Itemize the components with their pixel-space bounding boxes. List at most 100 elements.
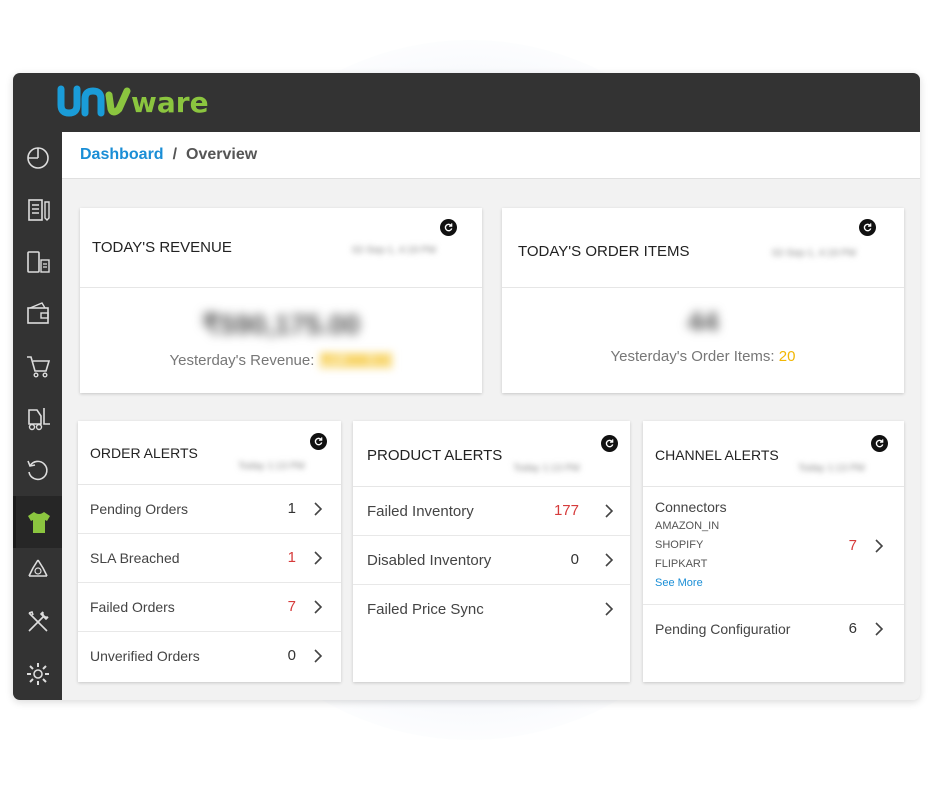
breadcrumb-dashboard-link[interactable]: Dashboard bbox=[80, 146, 164, 164]
app-window: ware Dashboard / Overview TODAY'S REVENU… bbox=[13, 73, 920, 700]
order-items-count: 44 bbox=[687, 306, 719, 337]
chevron-right-icon bbox=[314, 600, 323, 614]
product-alerts-refresh-button[interactable] bbox=[601, 435, 618, 452]
forklift-icon bbox=[27, 408, 50, 431]
order-alert-row-unverified[interactable]: Unverified Orders 0 bbox=[78, 632, 341, 681]
chevron-right-icon bbox=[875, 539, 884, 553]
sidebar-item-dashboard[interactable] bbox=[13, 132, 62, 184]
unware-logo: ware bbox=[57, 85, 209, 119]
breadcrumb-current: Overview bbox=[186, 146, 258, 163]
order-alerts-card: ORDER ALERTS Today 1:13 PM Pending Order… bbox=[78, 421, 341, 682]
settings-icon bbox=[26, 663, 49, 685]
sidebar-item-catalog[interactable] bbox=[13, 236, 62, 288]
product-alert-label: Disabled Inventory bbox=[367, 552, 492, 569]
sidebar-item-products[interactable] bbox=[13, 496, 62, 548]
order-alerts-refresh-button[interactable] bbox=[310, 433, 327, 450]
sidebar-item-warehouse[interactable] bbox=[13, 392, 62, 444]
order-items-refresh-button[interactable] bbox=[859, 219, 876, 236]
channel-alerts-title: CHANNEL ALERTS bbox=[655, 447, 779, 463]
product-alerts-timestamp: Today 1:13 PM bbox=[513, 463, 580, 474]
refresh-icon bbox=[314, 437, 323, 446]
yesterday-revenue-value: ₹7,388.00 bbox=[318, 352, 393, 369]
recycle-icon bbox=[27, 559, 48, 577]
connectors-label: Connectors bbox=[655, 499, 727, 515]
see-more-link[interactable]: See More bbox=[655, 574, 719, 593]
main-content: Dashboard / Overview TODAY'S REVENUE 02-… bbox=[62, 132, 920, 700]
yesterday-revenue-label: Yesterday's Revenue: bbox=[169, 352, 319, 369]
sidebar-item-wallet[interactable] bbox=[13, 288, 62, 340]
chevron-right-icon bbox=[605, 504, 614, 518]
connectors-count: 7 bbox=[848, 537, 857, 554]
order-alerts-header: ORDER ALERTS Today 1:13 PM bbox=[78, 421, 341, 485]
sidebar-item-returns[interactable] bbox=[13, 444, 62, 496]
chevron-right-icon bbox=[875, 622, 884, 636]
tools-icon bbox=[27, 610, 49, 632]
product-alerts-card: PRODUCT ALERTS Today 1:13 PM Failed Inve… bbox=[353, 421, 630, 682]
sidebar-item-cart[interactable] bbox=[13, 340, 62, 392]
product-alert-label: Failed Inventory bbox=[367, 503, 474, 520]
chevron-right-icon bbox=[314, 551, 323, 565]
revenue-title: TODAY'S REVENUE bbox=[92, 239, 232, 256]
channel-alerts-timestamp: Today 1:13 PM bbox=[798, 463, 865, 474]
documents-icon bbox=[27, 199, 50, 221]
wallet-icon bbox=[26, 302, 49, 324]
connector-item: FLIPKART bbox=[655, 558, 708, 570]
cart-icon bbox=[26, 356, 50, 378]
refresh-icon bbox=[863, 223, 872, 232]
connector-item: AMAZON_IN bbox=[655, 520, 720, 532]
product-alert-label: Failed Price Sync bbox=[367, 601, 484, 618]
tshirt-icon bbox=[28, 512, 50, 533]
order-alert-label: Unverified Orders bbox=[90, 648, 200, 664]
refresh-icon bbox=[605, 439, 614, 448]
channel-alerts-refresh-button[interactable] bbox=[871, 435, 888, 452]
product-alert-row-failed-inventory[interactable]: Failed Inventory 177 bbox=[353, 487, 630, 536]
yesterday-order-items: Yesterday's Order Items: 20 bbox=[502, 348, 904, 365]
channel-alert-row-pending-config[interactable]: Pending Configuratior 6 bbox=[643, 605, 904, 655]
revenue-amount: ₹590,175.00 bbox=[202, 309, 360, 340]
breadcrumb: Dashboard / Overview bbox=[62, 132, 920, 179]
yesterday-revenue: Yesterday's Revenue: ₹7,388.00 bbox=[80, 351, 482, 369]
product-alerts-header: PRODUCT ALERTS Today 1:13 PM bbox=[353, 421, 630, 487]
connector-list: AMAZON_IN SHOPIFY FLIPKART See More bbox=[655, 517, 719, 593]
breadcrumb-separator: / bbox=[172, 146, 178, 163]
order-alert-count: 0 bbox=[287, 647, 296, 664]
chevron-right-icon bbox=[314, 649, 323, 663]
revenue-card: TODAY'S REVENUE 02-Sep-1, 4:19 PM ₹590,1… bbox=[80, 208, 482, 393]
order-alert-row-sla[interactable]: SLA Breached 1 bbox=[78, 534, 341, 583]
sidebar-item-tools[interactable] bbox=[13, 596, 62, 648]
returns-icon bbox=[26, 460, 48, 481]
sidebar-item-recycle[interactable] bbox=[13, 544, 62, 596]
order-alert-count: 1 bbox=[287, 549, 296, 566]
pending-config-label: Pending Configuratior bbox=[655, 621, 791, 637]
refresh-icon bbox=[444, 223, 453, 232]
chevron-right-icon bbox=[314, 502, 323, 516]
product-alerts-title: PRODUCT ALERTS bbox=[367, 447, 503, 464]
order-alert-row-failed[interactable]: Failed Orders 7 bbox=[78, 583, 341, 632]
product-alert-count: 0 bbox=[570, 551, 579, 568]
sidebar-item-settings[interactable] bbox=[13, 648, 62, 700]
product-alert-row-price-sync[interactable]: Failed Price Sync bbox=[353, 585, 630, 634]
product-alert-count: 177 bbox=[553, 502, 579, 519]
order-alert-label: SLA Breached bbox=[90, 550, 180, 566]
order-alert-label: Failed Orders bbox=[90, 599, 175, 615]
revenue-card-header: TODAY'S REVENUE 02-Sep-1, 4:19 PM bbox=[80, 208, 482, 288]
product-alert-row-disabled-inventory[interactable]: Disabled Inventory 0 bbox=[353, 536, 630, 585]
order-items-timestamp: 02-Sep-1, 4:19 PM bbox=[772, 248, 856, 259]
revenue-timestamp: 02-Sep-1, 4:19 PM bbox=[352, 245, 436, 256]
order-alerts-title: ORDER ALERTS bbox=[90, 445, 198, 461]
order-alert-row-pending[interactable]: Pending Orders 1 bbox=[78, 485, 341, 534]
yesterday-order-items-value: 20 bbox=[778, 348, 796, 365]
svg-text:ware: ware bbox=[131, 86, 209, 119]
sidebar-item-documents[interactable] bbox=[13, 184, 62, 236]
order-items-card-header: TODAY'S ORDER ITEMS 02-Sep-1, 4:19 PM bbox=[502, 208, 904, 288]
order-alert-count: 1 bbox=[287, 500, 296, 517]
channel-alerts-header: CHANNEL ALERTS Today 1:13 PM bbox=[643, 421, 904, 487]
refresh-icon bbox=[875, 439, 884, 448]
mobile-catalog-icon bbox=[26, 251, 50, 273]
revenue-refresh-button[interactable] bbox=[440, 219, 457, 236]
sidebar bbox=[13, 132, 62, 700]
channel-alert-row-connectors[interactable]: Connectors AMAZON_IN SHOPIFY FLIPKART Se… bbox=[643, 487, 904, 605]
order-items-title: TODAY'S ORDER ITEMS bbox=[518, 243, 690, 260]
chevron-right-icon bbox=[605, 553, 614, 567]
order-items-card: TODAY'S ORDER ITEMS 02-Sep-1, 4:19 PM 44… bbox=[502, 208, 904, 393]
